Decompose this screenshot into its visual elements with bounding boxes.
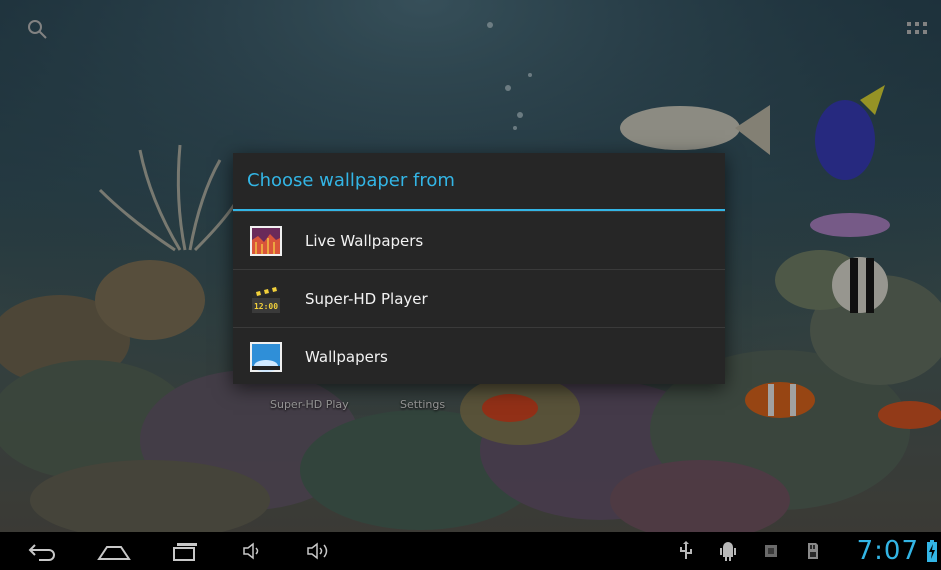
svg-text:12:00: 12:00 <box>254 302 278 311</box>
recent-apps-button[interactable] <box>166 532 206 570</box>
volume-up-button[interactable] <box>302 532 338 570</box>
video-player-icon: 12:00 <box>249 282 283 316</box>
system-bar: 7:07 <box>0 532 941 570</box>
recent-apps-icon <box>173 543 197 561</box>
volume-down-button[interactable] <box>238 532 268 570</box>
volume-up-icon <box>307 542 328 560</box>
sd-card-icon <box>808 543 818 559</box>
screenshot-icon <box>765 545 777 557</box>
option-label: Live Wallpapers <box>305 231 424 250</box>
option-label: Wallpapers <box>305 347 388 366</box>
option-live-wallpapers[interactable]: Live Wallpapers <box>233 211 725 269</box>
clock[interactable]: 7:07 <box>857 536 919 566</box>
battery-charging-icon <box>927 540 937 562</box>
back-icon <box>28 544 55 561</box>
wallpapers-icon <box>249 340 283 374</box>
volume-down-icon <box>243 542 259 560</box>
dialog-title: Choose wallpaper from <box>247 170 455 191</box>
option-super-hd-player[interactable]: 12:00 Super-HD Player <box>233 269 725 327</box>
back-button[interactable] <box>22 532 62 570</box>
live-wallpapers-icon <box>249 224 283 258</box>
home-icon <box>97 546 131 560</box>
android-debug-icon <box>720 542 736 561</box>
option-wallpapers[interactable]: Wallpapers <box>233 327 725 385</box>
choose-wallpaper-dialog: Choose wallpaper from Live Wallpapers 12… <box>233 153 725 384</box>
home-button[interactable] <box>92 532 136 570</box>
option-label: Super-HD Player <box>305 289 428 308</box>
usb-icon <box>680 541 692 559</box>
